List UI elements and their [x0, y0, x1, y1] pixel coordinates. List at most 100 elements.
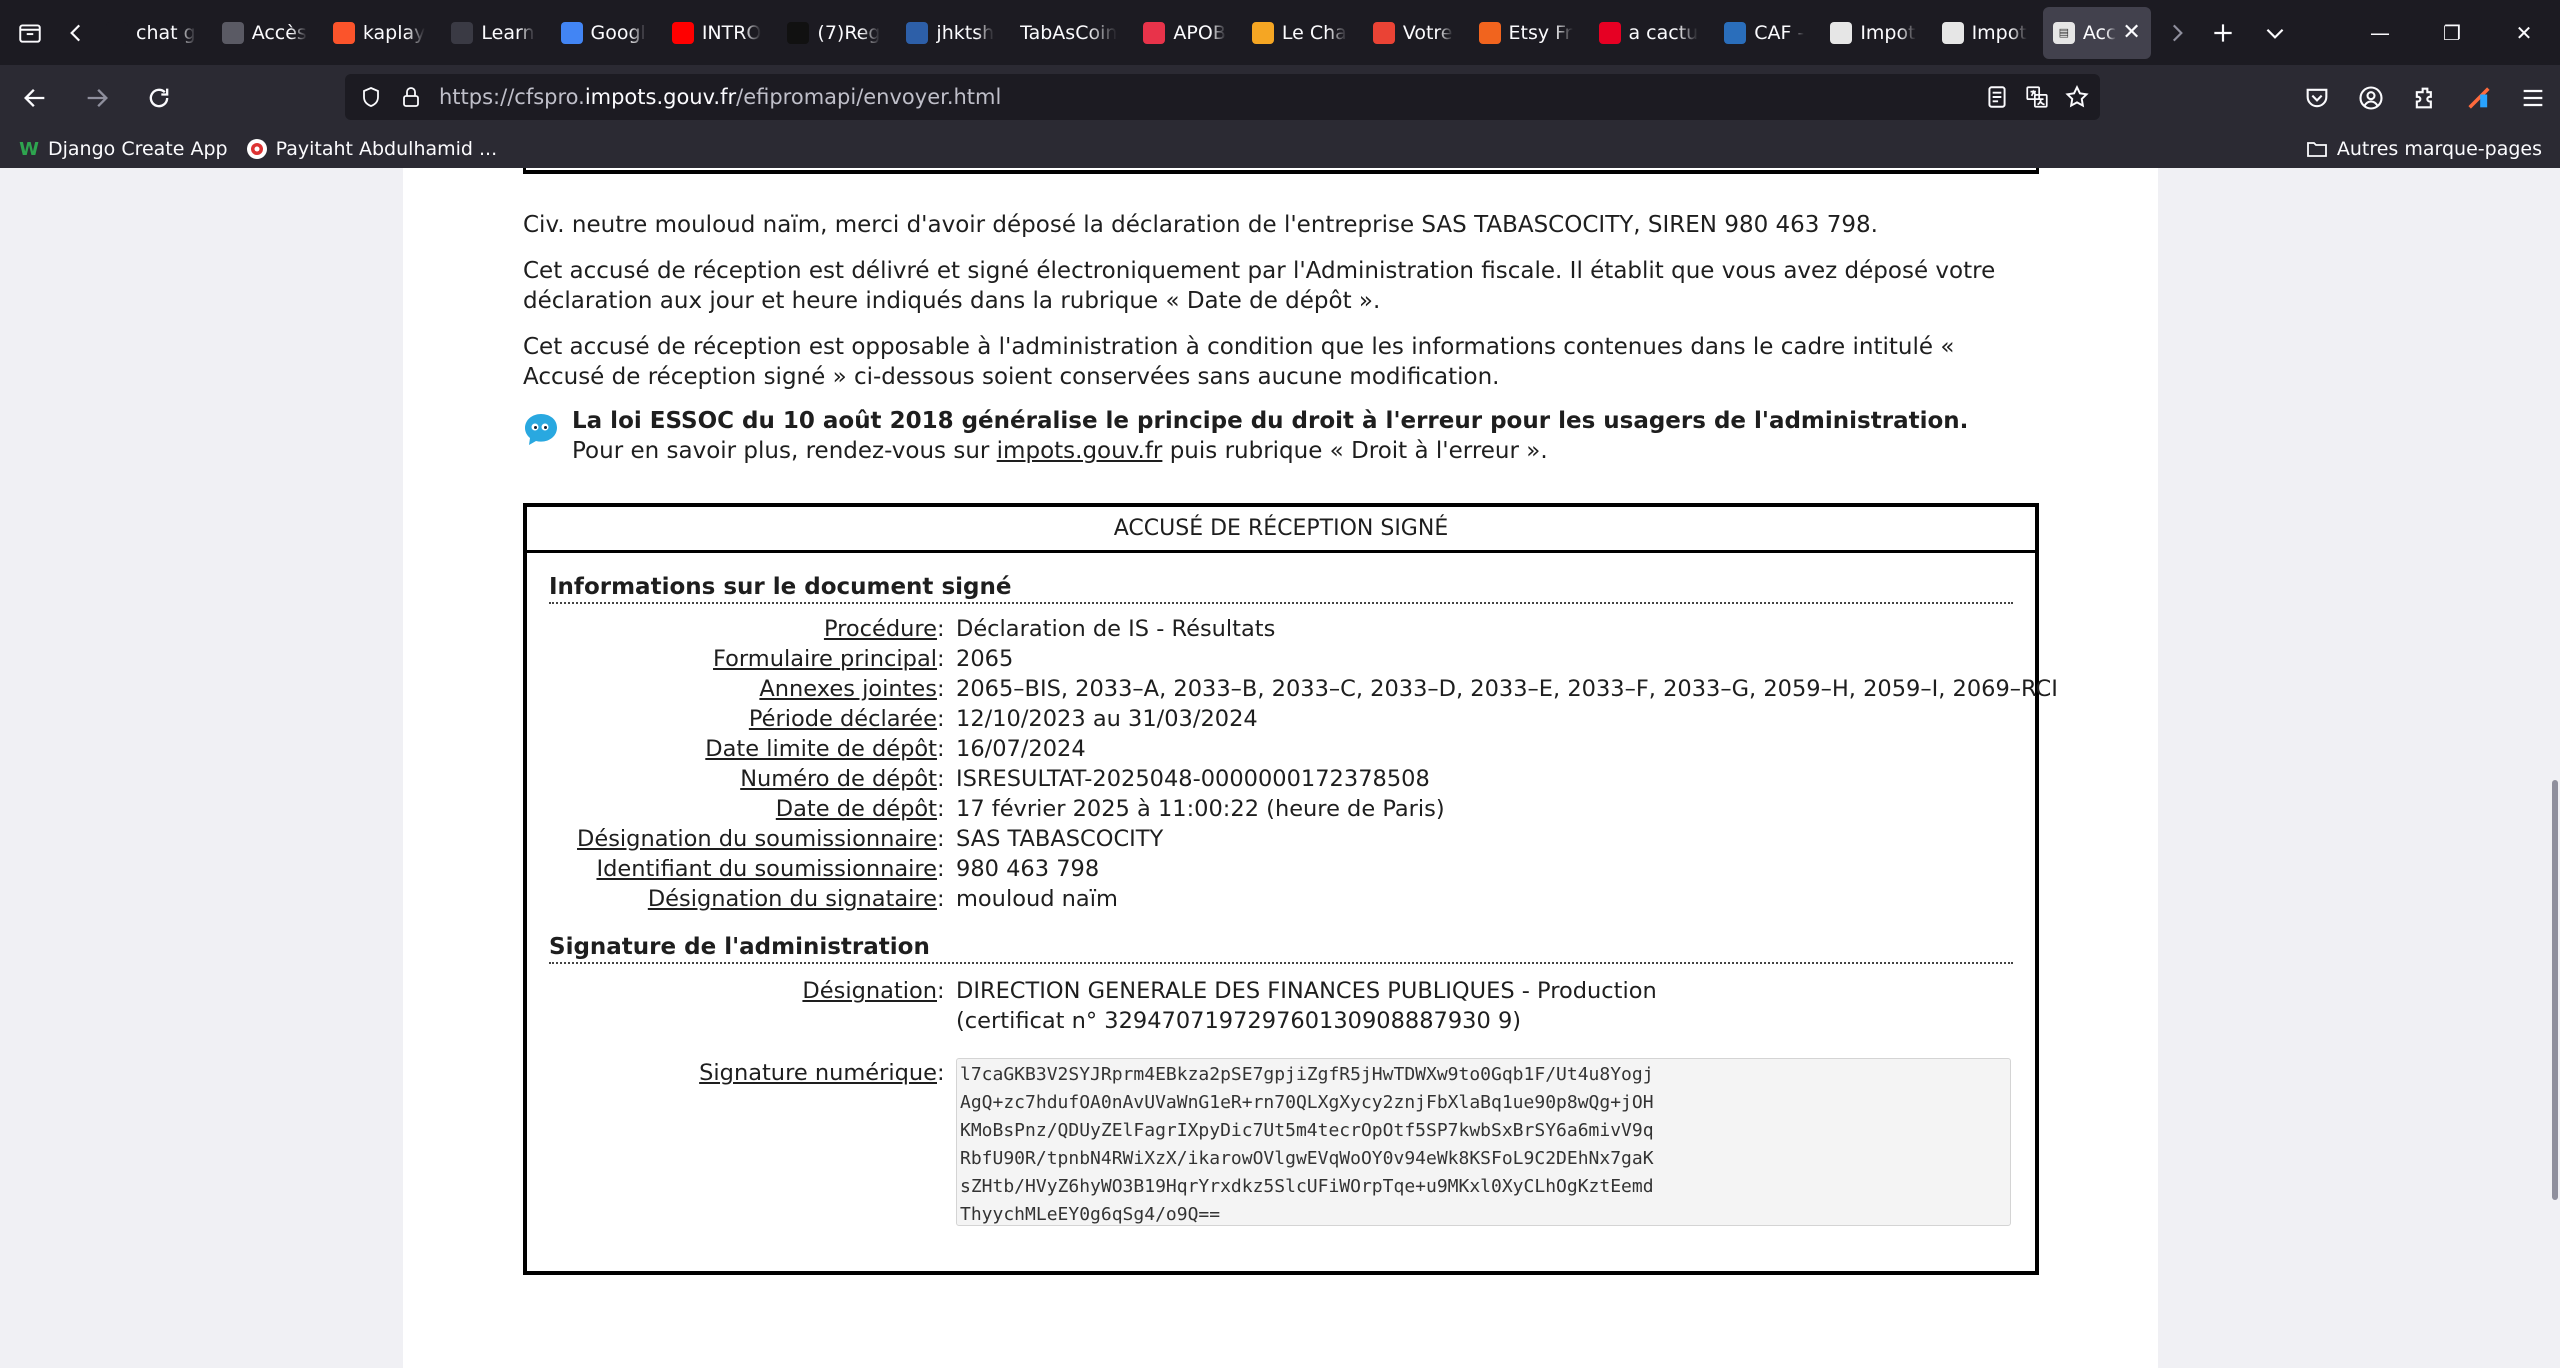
- firefox-view-icon[interactable]: [4, 7, 56, 59]
- tab-13[interactable]: a cactu: [1589, 7, 1709, 59]
- bookmark-payitaht[interactable]: Payitaht Abdulhamid ...: [246, 138, 497, 160]
- tracking-protection-icon[interactable]: [351, 74, 391, 120]
- scrollbar-thumb[interactable]: [2552, 780, 2558, 1200]
- impots-link[interactable]: impots.gouv.fr: [997, 438, 1163, 464]
- close-tab-icon[interactable]: ✕: [2122, 20, 2140, 45]
- restore-icon[interactable]: ❐: [2416, 0, 2488, 65]
- brave-icon: [332, 21, 355, 44]
- essoc-pre: Pour en savoir plus, rendez-vous sur: [572, 438, 997, 464]
- extensions-icon[interactable]: [2408, 81, 2442, 115]
- tab-8[interactable]: TabAsCoin: [1010, 7, 1127, 59]
- reader-view-icon[interactable]: [1984, 84, 2010, 110]
- other-bookmarks[interactable]: Autres marque-pages: [2305, 130, 2542, 168]
- list-all-tabs-icon[interactable]: [2249, 7, 2301, 59]
- m-logo-icon: [1251, 21, 1274, 44]
- tab-scroll-right-icon[interactable]: [2157, 7, 2197, 59]
- tab-label: Accès: [251, 21, 307, 44]
- bookmark-star-icon[interactable]: [2064, 84, 2090, 110]
- minimize-icon[interactable]: —: [2344, 0, 2416, 65]
- reload-icon[interactable]: [132, 71, 186, 125]
- url-text[interactable]: https://cfspro.impots.gouv.fr/efipromapi…: [439, 85, 1001, 109]
- window-controls: — ❐ ✕: [2344, 0, 2560, 65]
- tabs-list: chat g Accès kaplay Learn Googl INTRO (7)Reg jh…: [96, 0, 2043, 65]
- signature-line: ThyychMLeEY0g6qSg4/o9Q==: [960, 1204, 1221, 1225]
- designation-value: DIRECTION GENERALE DES FINANCES PUBLIQUE…: [956, 978, 1657, 1004]
- translate-icon[interactable]: [2024, 84, 2050, 110]
- info-key: Identifiant du soumissionnaire: [596, 856, 937, 882]
- new-tab-icon[interactable]: [2197, 7, 2249, 59]
- tab-15[interactable]: Impot: [1820, 7, 1925, 59]
- essoc-title: La loi ESSOC du 10 août 2018 généralise …: [572, 408, 1969, 434]
- tab-label: APOB: [1173, 21, 1226, 44]
- tab-14[interactable]: CAF -: [1714, 7, 1814, 59]
- info-value: ISRESULTAT-2025048-0000000172378508: [956, 766, 1430, 792]
- receipt-title: ACCUSÉ DE RÉCEPTION SIGNÉ: [527, 507, 2035, 553]
- info-key: Date de dépôt: [775, 796, 937, 822]
- designation-key: Désignation: [802, 978, 937, 1004]
- tab-2[interactable]: kaplay: [323, 7, 436, 59]
- info-value: 12/10/2023 au 31/03/2024: [956, 706, 1258, 732]
- tab-scroll-left-icon[interactable]: [56, 7, 96, 59]
- tab-0[interactable]: chat g: [96, 7, 206, 59]
- essoc-notice: La loi ESSOC du 10 août 2018 généralise …: [523, 406, 2039, 466]
- certificate-value: (certificat n° 3294707197297601309088879…: [956, 1008, 1522, 1034]
- forward-icon[interactable]: [70, 71, 124, 125]
- gmail-icon: [1372, 21, 1395, 44]
- info-key: Formulaire principal: [713, 646, 937, 672]
- extension-color-icon[interactable]: [2462, 81, 2496, 115]
- tab-3[interactable]: Learn: [441, 7, 544, 59]
- info-value: 2065–BIS, 2033–A, 2033–B, 2033–C, 2033–D…: [956, 676, 2058, 702]
- tab-label: jhktsh: [936, 21, 995, 44]
- tab-active[interactable]: ▤ Acc ✕: [2042, 6, 2151, 59]
- close-window-icon[interactable]: ✕: [2488, 0, 2560, 65]
- tab-9[interactable]: APOB: [1133, 7, 1235, 59]
- digital-signature-box[interactable]: l7caGKB3V2SYJRprm4EBkza2pSE7gpjiZgfR5jHw…: [956, 1058, 2011, 1226]
- navigation-toolbar: https://cfspro.impots.gouv.fr/efipromapi…: [0, 65, 2560, 130]
- payitaht-icon: [246, 138, 268, 160]
- tab-16[interactable]: Impot: [1932, 7, 2037, 59]
- back-icon[interactable]: [8, 71, 62, 125]
- info-key: Désignation du soumissionnaire: [577, 826, 937, 852]
- info-value: 16/07/2024: [956, 736, 1086, 762]
- tab-label: a cactu: [1628, 21, 1699, 44]
- page-scrollbar[interactable]: [2548, 168, 2560, 1368]
- tab-active-label: Acc: [2082, 21, 2117, 44]
- info-key: Période déclarée: [748, 706, 937, 732]
- bookmark-django[interactable]: W Django Create App: [18, 138, 228, 160]
- url-prefix: https://cfspro.: [439, 85, 585, 109]
- app-icon: [906, 21, 929, 44]
- opposable-text: Cet accusé de réception est opposable à …: [523, 334, 1955, 390]
- url-bar[interactable]: https://cfspro.impots.gouv.fr/efipromapi…: [345, 74, 2100, 120]
- apob-icon: [1143, 21, 1166, 44]
- learn-icon: [451, 21, 474, 44]
- tab-12[interactable]: Etsy Fr: [1469, 7, 1583, 59]
- signature-line: sZHtb/HVyZ6hyWO3B19HqrYrxdkz5SlcUFiWOrpT…: [960, 1176, 1654, 1197]
- tab-strip: chat g Accès kaplay Learn Googl INTRO (7)Reg jh…: [0, 0, 2560, 65]
- tab-label: Le Cha: [1281, 21, 1347, 44]
- document-info-title: Informations sur le document signé: [549, 574, 2013, 604]
- intro-text: Civ. neutre mouloud naïm, merci d'avoir …: [523, 212, 1878, 238]
- tab-4[interactable]: Googl: [551, 7, 656, 59]
- tab-7[interactable]: jhktsh: [896, 7, 1004, 59]
- tab-label: Etsy Fr: [1508, 21, 1573, 44]
- caf-icon: [1724, 21, 1747, 44]
- info-value: mouloud naïm: [956, 886, 1118, 912]
- tab-label: CAF -: [1754, 21, 1805, 44]
- lock-icon[interactable]: [391, 74, 431, 120]
- tab-5[interactable]: INTRO: [662, 7, 772, 59]
- info-value: 2065: [956, 646, 1014, 672]
- tab-label: INTRO: [701, 21, 762, 44]
- info-key: Date limite de dépôt: [705, 736, 937, 762]
- tab-10[interactable]: Le Cha: [1242, 7, 1357, 59]
- w-icon: W: [19, 138, 39, 160]
- app-menu-icon[interactable]: [2516, 81, 2550, 115]
- account-icon[interactable]: [2354, 81, 2388, 115]
- tab-label: chat g: [136, 21, 196, 44]
- info-value: Déclaration de IS - Résultats: [956, 616, 1276, 642]
- tab-6[interactable]: (7)Reg: [777, 7, 890, 59]
- pocket-icon[interactable]: [2300, 81, 2334, 115]
- tab-label: Googl: [590, 21, 646, 44]
- tab-11[interactable]: Votre: [1363, 7, 1463, 59]
- signed-receipt-frame: ACCUSÉ DE RÉCEPTION SIGNÉ Informations s…: [523, 503, 2058, 1275]
- tab-1[interactable]: Accès: [212, 7, 317, 59]
